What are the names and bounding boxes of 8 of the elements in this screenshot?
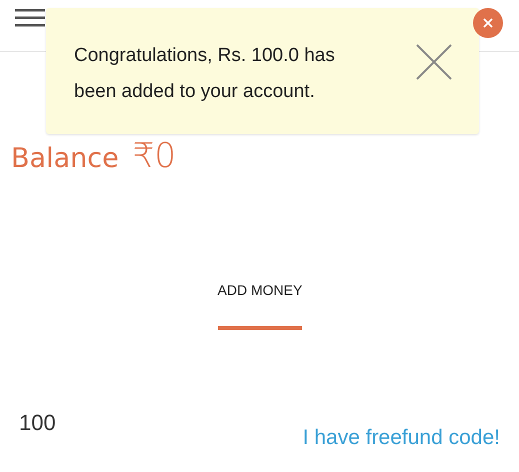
tab[interactable]: ADD MONEY	[218, 282, 302, 330]
balance-amount: ₹0	[132, 136, 176, 176]
close-icon[interactable]	[416, 44, 452, 80]
close-icon	[483, 18, 493, 28]
balance-label: Balance	[11, 143, 119, 174]
toast-message: Congratulations, Rs. 100.0 has been added to your account.	[74, 44, 336, 104]
close-button[interactable]	[473, 8, 503, 38]
menu-icon[interactable]	[15, 8, 45, 26]
